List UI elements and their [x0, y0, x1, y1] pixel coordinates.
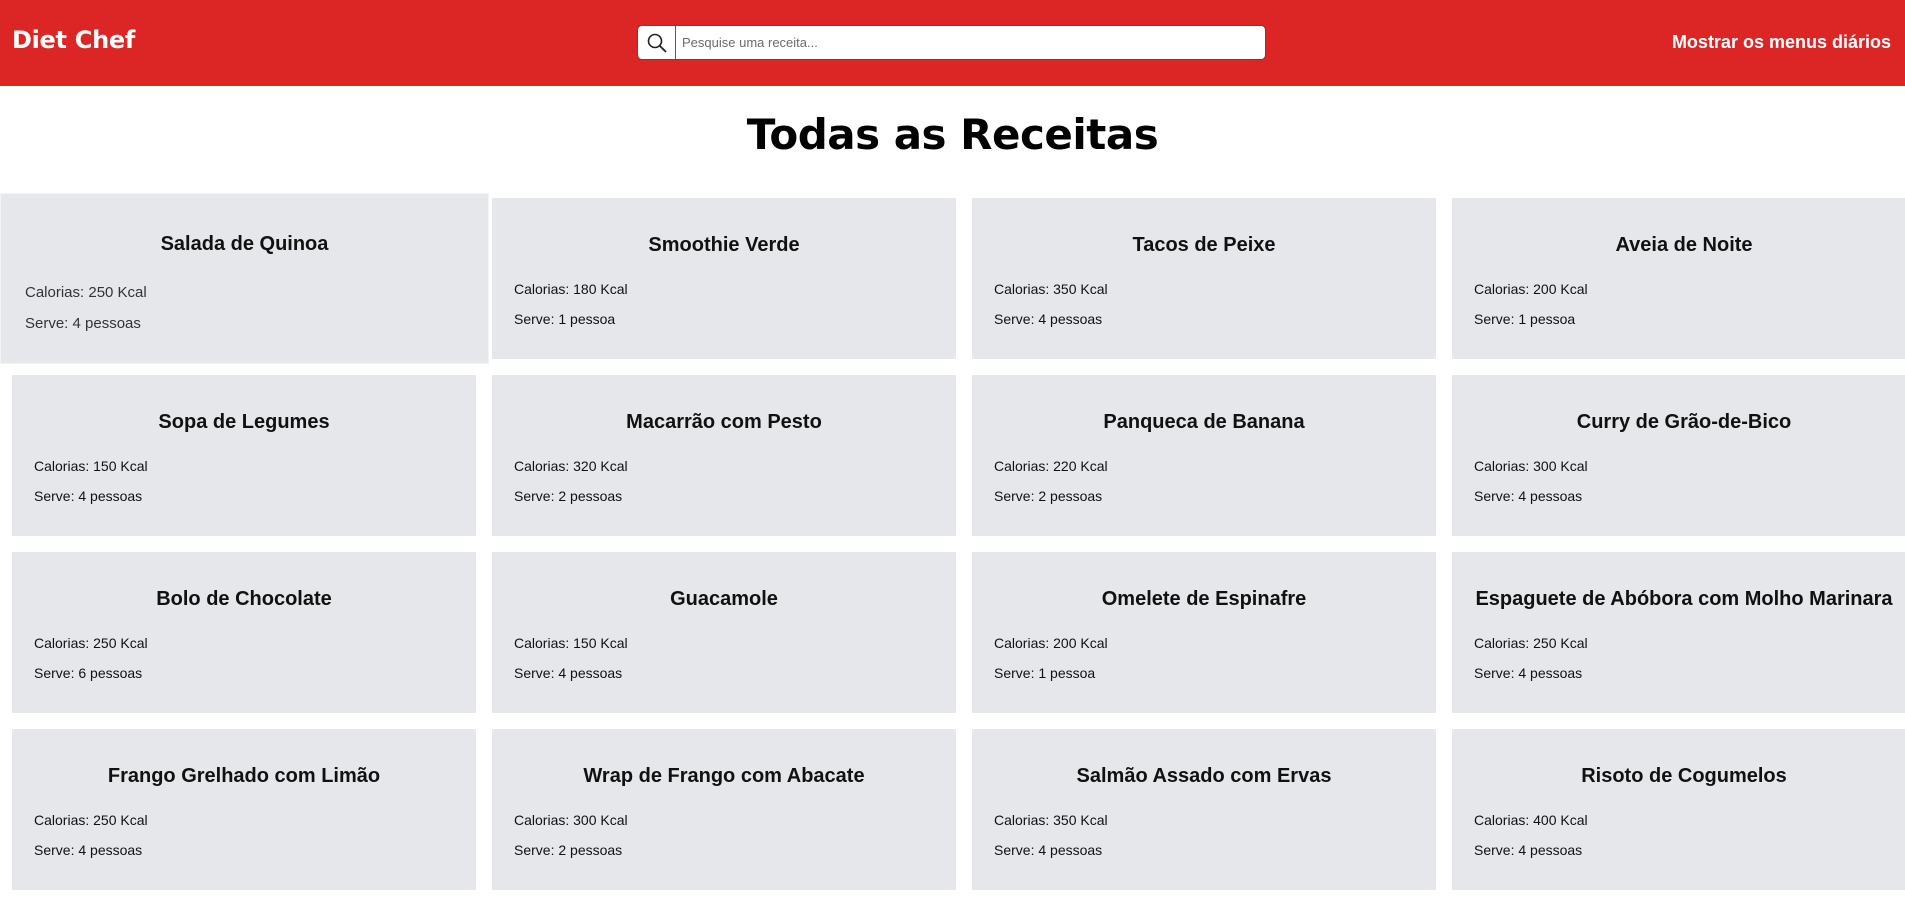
recipe-calories: Calorias: 220 Kcal [994, 458, 1108, 474]
recipe-title: Tacos de Peixe [1132, 234, 1276, 256]
recipe-calories: Calorias: 300 Kcal [514, 812, 628, 828]
recipe-calories: Calorias: 200 Kcal [1474, 281, 1588, 297]
recipe-card[interactable]: Curry de Grão-de-Bico Calorias: 300 Kcal S… [1452, 375, 1905, 536]
recipe-title: Panqueca de Banana [1103, 411, 1305, 433]
logo[interactable]: Diet Chef [12, 26, 135, 54]
search-icon [647, 33, 667, 53]
recipe-card[interactable]: Salada de Quinoa Calorias: 250 Kcal Serve:… [0, 193, 489, 364]
recipe-servings: Serve: 4 pessoas [34, 488, 143, 504]
recipe-card[interactable]: Aveia de Noite Calorias: 200 Kcal Serve: 1… [1452, 198, 1905, 359]
recipe-title: Espaguete de Abóbora com Molho Marinara [1475, 588, 1893, 610]
recipe-title: Risoto de Cogumelos [1581, 765, 1787, 787]
recipe-servings: Serve: 4 pessoas [34, 842, 143, 858]
recipe-servings: Serve: 4 pessoas [25, 315, 141, 332]
recipe-title: Omelete de Espinafre [1101, 588, 1307, 610]
search-bar [637, 25, 1266, 60]
recipe-calories: Calorias: 400 Kcal [1474, 812, 1588, 828]
recipe-calories: Calorias: 180 Kcal [514, 281, 628, 297]
recipe-card[interactable]: Frango Grelhado com Limão Calorias: 250 K… [12, 729, 476, 890]
recipe-title: Curry de Grão-de-Bico [1576, 411, 1792, 433]
recipe-servings: Serve: 4 pessoas [514, 665, 623, 681]
recipe-calories: Calorias: 150 Kcal [514, 635, 628, 651]
recipe-servings: Serve: 4 pessoas [1474, 842, 1583, 858]
recipe-servings: Serve: 1 pessoa [994, 665, 1096, 681]
recipe-card[interactable]: Smoothie Verde Calorias: 180 Kcal Serve: 1… [492, 198, 956, 359]
show-daily-menus-link[interactable]: Mostrar os menus diários [1672, 32, 1891, 53]
recipe-servings: Serve: 4 pessoas [994, 311, 1103, 327]
recipe-calories: Calorias: 250 Kcal [34, 812, 148, 828]
recipe-servings: Serve: 6 pessoas [34, 665, 143, 681]
recipe-servings: Serve: 4 pessoas [994, 842, 1103, 858]
recipe-calories: Calorias: 300 Kcal [1474, 458, 1588, 474]
recipe-card[interactable]: Panqueca de Banana Calorias: 220 Kcal Serv… [972, 375, 1436, 536]
recipe-title: Smoothie Verde [648, 234, 800, 256]
recipe-servings: Serve: 1 pessoa [1474, 311, 1576, 327]
recipe-calories: Calorias: 250 Kcal [34, 635, 148, 651]
recipe-card[interactable]: Bolo de Chocolate Calorias: 250 Kcal Serve… [12, 552, 476, 713]
search-input[interactable] [682, 26, 1252, 59]
recipe-calories: Calorias: 150 Kcal [34, 458, 148, 474]
recipe-calories: Calorias: 350 Kcal [994, 812, 1108, 828]
recipe-card[interactable]: Omelete de Espinafre Calorias: 200 Kcal Se… [972, 552, 1436, 713]
recipe-title: Frango Grelhado com Limão [107, 765, 381, 787]
recipe-card[interactable]: Wrap de Frango com Abacate Calorias: 300 … [492, 729, 956, 890]
recipe-title: Macarrão com Pesto [626, 411, 822, 433]
recipe-calories: Calorias: 250 Kcal [25, 284, 147, 301]
recipe-calories: Calorias: 320 Kcal [514, 458, 628, 474]
recipe-calories: Calorias: 200 Kcal [994, 635, 1108, 651]
recipe-card[interactable]: Salmão Assado com Ervas Calorias: 350 Kca… [972, 729, 1436, 890]
recipe-card[interactable]: Macarrão com Pesto Calorias: 320 Kcal Serv… [492, 375, 956, 536]
recipe-servings: Serve: 2 pessoas [994, 488, 1103, 504]
recipe-servings: Serve: 1 pessoa [514, 311, 616, 327]
recipe-title: Wrap de Frango com Abacate [583, 765, 865, 787]
recipe-title: Guacamole [670, 588, 778, 610]
recipe-servings: Serve: 2 pessoas [514, 842, 623, 858]
recipe-title: Salmão Assado com Ervas [1076, 765, 1332, 787]
recipe-card[interactable]: Sopa de Legumes Calorias: 150 Kcal Serve: … [12, 375, 476, 536]
recipe-calories: Calorias: 250 Kcal [1474, 635, 1588, 651]
recipe-calories: Calorias: 350 Kcal [994, 281, 1108, 297]
recipe-card[interactable]: Risoto de Cogumelos Calorias: 400 Kcal Ser… [1452, 729, 1905, 890]
recipe-servings: Serve: 2 pessoas [514, 488, 623, 504]
recipe-servings: Serve: 4 pessoas [1474, 488, 1583, 504]
recipe-title: Sopa de Legumes [158, 411, 330, 433]
recipe-card[interactable]: Guacamole Calorias: 150 Kcal Serve: 4 pess… [492, 552, 956, 713]
recipe-title: Salada de Quinoa [160, 233, 329, 255]
page-title: Todas as Receitas [746, 110, 1159, 159]
recipe-title: Aveia de Noite [1615, 234, 1753, 256]
top-header: Diet Chef Mostrar os menus diários [0, 0, 1905, 86]
search-button[interactable] [638, 26, 676, 59]
recipe-card[interactable]: Tacos de Peixe Calorias: 350 Kcal Serve: 4… [972, 198, 1436, 359]
recipe-title: Bolo de Chocolate [156, 588, 332, 610]
recipe-servings: Serve: 4 pessoas [1474, 665, 1583, 681]
recipe-card[interactable]: Espaguete de Abóbora com Molho Marinara C… [1452, 552, 1905, 713]
